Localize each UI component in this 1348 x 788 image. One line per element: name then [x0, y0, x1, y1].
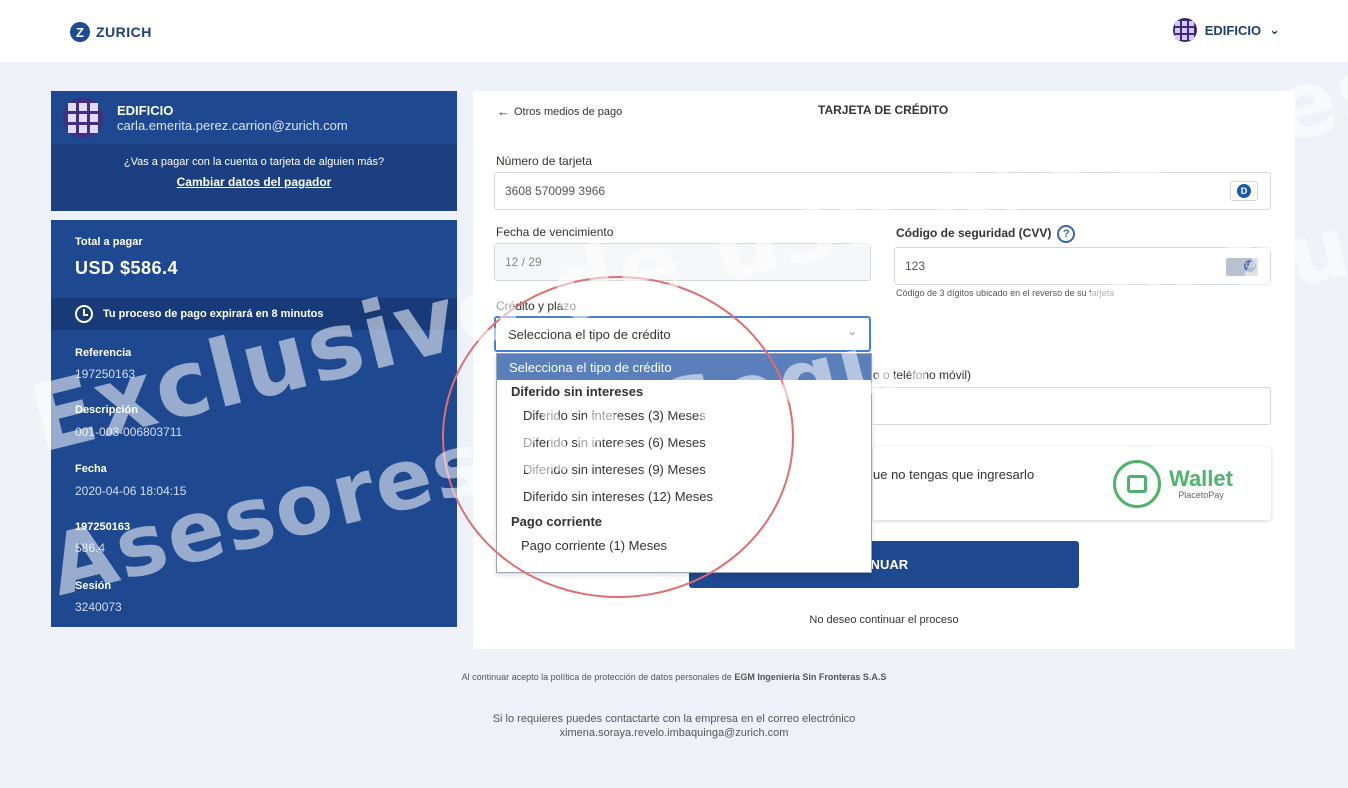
card-number-label: Número de tarjeta: [496, 154, 593, 168]
back-link-text: Otros medios de pago: [514, 105, 623, 118]
contact-line-1: Si lo requieres puedes contactarte con l…: [492, 713, 856, 725]
contact-line-2: ximena.soraya.revelo.imbaquinga@zurich.c…: [559, 727, 789, 739]
total-label: Total a pagar: [75, 236, 143, 248]
wallet-name: Wallet: [1169, 466, 1233, 491]
cvv-hint: Código de 3 dígitos ubicado en el revers…: [896, 288, 1115, 298]
card-number-input[interactable]: 3608 570099 3966 D: [494, 172, 1271, 210]
chevron-down-icon: ⌄: [1269, 22, 1280, 37]
extra-label: 197250163: [75, 521, 131, 533]
date-value: 2020-04-06 18:04:15: [75, 484, 187, 498]
dropdown-option[interactable]: Diferido sin intereses (3) Meses: [497, 402, 871, 429]
session-value: 3240073: [75, 600, 122, 614]
payer-question: ¿Vas a pagar con la cuenta o tarjeta de …: [123, 156, 385, 168]
diners-card-icon: D: [1230, 181, 1258, 201]
wallet-sub: PlacetoPay: [1178, 490, 1224, 500]
cvv-value: 123: [905, 259, 926, 273]
dropdown-group-current: Pago corriente: [511, 513, 603, 529]
arrow-left-icon: ←: [497, 104, 510, 119]
dropdown-group-deferred: Diferido sin intereses: [511, 383, 644, 399]
credit-selected-value: Selecciona el tipo de crédito: [508, 326, 671, 342]
reference-label: Referencia: [75, 347, 132, 359]
expiry-value: 12 / 29: [505, 255, 542, 269]
dropdown-option[interactable]: Diferido sin intereses (12) Meses: [497, 483, 871, 510]
card-number-value: 3608 570099 3966: [505, 184, 606, 198]
timer-text: Tu proceso de pago expirará en 8 minutos: [103, 308, 324, 320]
payer-section: ¿Vas a pagar con la cuenta o tarjeta de …: [51, 144, 457, 211]
credit-type-dropdown: Selecciona el tipo de crédito Diferido s…: [496, 353, 872, 573]
wallet-option[interactable]: ue no tengas que ingresarlo Wallet Place…: [873, 447, 1271, 520]
session-label: Sesión: [75, 580, 112, 592]
user-card: EDIFICIO carla.emerita.perez.carrion@zur…: [51, 91, 457, 211]
total-amount: USD $586.4: [75, 258, 179, 278]
user-info: EDIFICIO carla.emerita.perez.carrion@zur…: [51, 91, 457, 144]
logo-text: ZURICH: [96, 24, 152, 40]
dropdown-option[interactable]: Pago corriente (1) Meses: [497, 532, 871, 559]
wallet-logo: Wallet PlacetoPay: [1113, 460, 1233, 508]
top-bar: Z ZURICH EDIFICIO ⌄: [0, 0, 1348, 62]
zurich-logo[interactable]: Z ZURICH: [70, 22, 152, 42]
wallet-text: ue no tengas que ingresarlo: [873, 467, 1035, 482]
reference-value: 197250163: [75, 367, 136, 381]
description-label: Descripción: [75, 404, 138, 416]
user-avatar-icon: [63, 97, 103, 138]
company-avatar-icon: [1172, 18, 1197, 42]
payment-form-card: ← Otros medios de pago TARJETA DE CRÉDIT…: [473, 91, 1295, 649]
dropdown-option[interactable]: Diferido sin intereses (6) Meses: [497, 429, 871, 456]
clock-icon: [75, 305, 93, 323]
help-icon[interactable]: ?: [1057, 225, 1076, 243]
phone-label: o o teléfono móvil): [873, 368, 972, 382]
cvv-input[interactable]: 123 123: [894, 247, 1271, 285]
policy-company[interactable]: EGM Ingeniería Sin Fronteras S.A.S: [734, 672, 886, 682]
wallet-icon: [1113, 460, 1161, 508]
user-name: EDIFICIO: [117, 102, 174, 118]
cancel-link[interactable]: No deseo continuar el proceso: [473, 614, 1295, 626]
dropdown-option-placeholder[interactable]: Selecciona el tipo de crédito: [497, 354, 871, 380]
expiry-input[interactable]: 12 / 29: [494, 243, 871, 281]
expiry-label: Fecha de vencimiento: [496, 225, 614, 239]
expiry-timer: Tu proceso de pago expirará en 8 minutos: [51, 298, 457, 330]
cvv-label: Código de seguridad (CVV)?: [896, 225, 1076, 243]
credit-label: Crédito y plazo: [496, 299, 577, 313]
account-name: EDIFICIO: [1204, 22, 1262, 38]
description-value: 001-003-006803711: [75, 425, 183, 439]
user-email: carla.emerita.perez.carrion@zurich.com: [117, 117, 348, 133]
account-menu[interactable]: EDIFICIO ⌄: [1172, 18, 1280, 42]
form-title: TARJETA DE CRÉDITO: [818, 103, 949, 117]
cvv-card-icon: 123: [1226, 258, 1258, 276]
credit-type-select[interactable]: Selecciona el tipo de crédito ⌄: [494, 316, 871, 352]
back-link[interactable]: ← Otros medios de pago: [497, 104, 622, 119]
change-payer-link[interactable]: Cambiar datos del pagador: [177, 175, 332, 189]
chevron-down-icon: ⌄: [847, 326, 857, 338]
payment-summary: Total a pagar USD $586.4 Tu proceso de p…: [51, 220, 457, 627]
phone-input[interactable]: [873, 387, 1271, 425]
dropdown-option[interactable]: Diferido sin intereses (9) Meses: [497, 456, 871, 483]
date-label: Fecha: [75, 463, 107, 475]
zurich-logo-icon: Z: [70, 22, 90, 42]
extra-value: 586.4: [75, 541, 106, 555]
policy-note: Al continuar acepto la política de prote…: [461, 672, 887, 682]
